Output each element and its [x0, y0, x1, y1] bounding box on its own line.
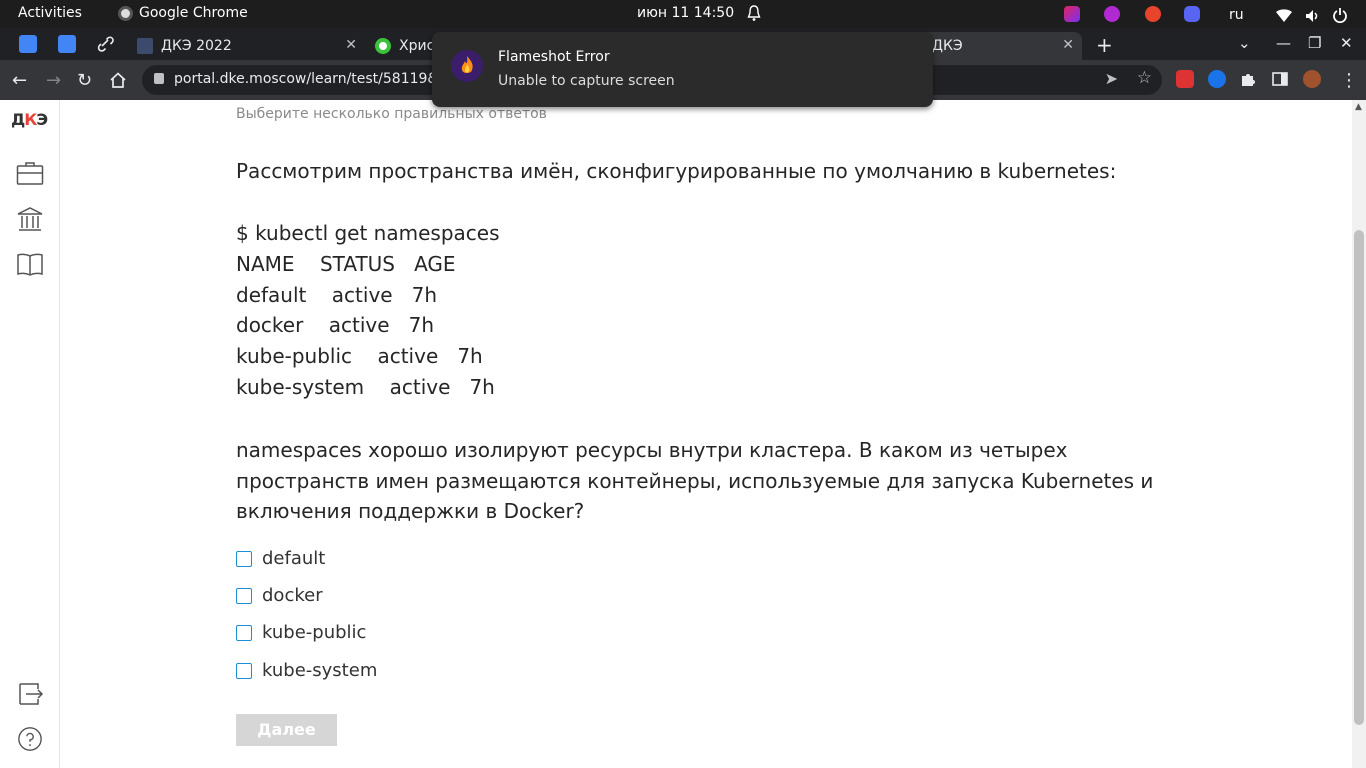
tab-title: Хрис: [399, 38, 435, 54]
book-icon[interactable]: [16, 251, 44, 277]
volume-icon: [1306, 10, 1318, 22]
command-output-line: docker active 7h: [236, 313, 435, 337]
command-output-line: default active 7h: [236, 283, 438, 307]
clock[interactable]: июн 11 14:50: [637, 5, 734, 21]
system-top-bar: Activities Google Chrome июн 11 14:50 ru: [0, 0, 1366, 28]
tray-app-icon: [1145, 6, 1161, 22]
option-docker[interactable]: docker: [236, 585, 323, 606]
new-tab-button[interactable]: +: [1096, 33, 1113, 57]
close-window-button[interactable]: ✕: [1340, 34, 1353, 52]
tab-title: ДКЭ: [932, 38, 963, 54]
tray-app-1[interactable]: [1064, 4, 1080, 24]
profile-avatar[interactable]: [1303, 70, 1321, 88]
close-tab-icon[interactable]: ✕: [345, 37, 357, 53]
tray-app-icon: [1064, 6, 1080, 22]
command-output-line: NAME STATUS AGE: [236, 252, 456, 276]
pinned-tab-docs-1[interactable]: [19, 35, 37, 53]
forward-button[interactable]: →: [46, 70, 61, 91]
side-nav: ДКЭ: [0, 100, 60, 768]
minimize-button[interactable]: —: [1276, 34, 1291, 52]
checkbox[interactable]: [236, 662, 252, 679]
logout-icon[interactable]: [16, 681, 44, 707]
next-button[interactable]: Далее: [236, 714, 337, 746]
tab-search-chevron-icon[interactable]: ⌄: [1238, 34, 1251, 52]
pinned-tab-docs-2[interactable]: [58, 35, 76, 53]
tray-app-icon: [1104, 6, 1120, 22]
command-output-line: kube-system active 7h: [236, 375, 495, 399]
pinned-tab-3[interactable]: [97, 35, 115, 53]
send-icon[interactable]: ➤: [1105, 69, 1118, 88]
restore-button[interactable]: ❐: [1308, 34, 1321, 52]
tray-app-2[interactable]: [1104, 4, 1120, 24]
notification-body: Unable to capture screen: [498, 73, 675, 89]
activities-button[interactable]: Activities: [18, 5, 82, 21]
briefcase-icon[interactable]: [16, 160, 44, 186]
logo-letter: Э: [36, 110, 48, 129]
keyboard-layout[interactable]: ru: [1229, 5, 1244, 25]
option-default[interactable]: default: [236, 548, 325, 569]
page-scrollbar[interactable]: ▲: [1352, 100, 1366, 768]
back-button[interactable]: ←: [12, 70, 27, 91]
notification-title: Flameshot Error: [498, 49, 610, 65]
option-kube-system[interactable]: kube-system: [236, 660, 377, 681]
checkbox[interactable]: [236, 624, 252, 641]
option-label: default: [262, 548, 326, 569]
option-label: kube-public: [262, 622, 367, 643]
url-text: portal.dke.moscow/learn/test/58119&exe: [174, 71, 464, 87]
link-icon: [97, 36, 114, 52]
command-line: $ kubectl get namespaces: [236, 221, 500, 245]
question-prompt: namespaces хорошо изолируют ресурсы внут…: [236, 438, 1154, 523]
option-label: kube-system: [262, 660, 378, 681]
logo-letter: К: [24, 110, 37, 129]
extension-gmail-icon[interactable]: [1176, 70, 1194, 88]
flameshot-icon: [451, 50, 483, 82]
bookmark-star-icon[interactable]: ☆: [1137, 68, 1152, 88]
green-circle-favicon: [375, 38, 391, 54]
institution-icon[interactable]: [16, 206, 44, 232]
power-icon[interactable]: [1332, 5, 1348, 25]
close-tab-icon[interactable]: ✕: [1062, 37, 1074, 53]
chrome-menu-icon[interactable]: ⋮: [1340, 70, 1358, 91]
discord-tray[interactable]: [1184, 4, 1200, 24]
scrollbar-thumb[interactable]: [1354, 230, 1364, 725]
dke-favicon: [137, 38, 153, 54]
option-label: docker: [262, 585, 323, 606]
tab-title: ДКЭ 2022: [161, 38, 232, 54]
lock-icon: [154, 73, 164, 84]
option-kube-public[interactable]: kube-public: [236, 622, 366, 643]
command-output-line: kube-public active 7h: [236, 344, 483, 368]
answer-hint: Выберите несколько правильных ответов: [236, 106, 547, 122]
checkbox[interactable]: [236, 587, 252, 604]
chrome-icon: [118, 5, 133, 21]
extensions-puzzle-icon[interactable]: [1239, 70, 1257, 88]
extension-infinity-icon[interactable]: [1208, 70, 1226, 88]
wifi-icon: [1276, 9, 1292, 22]
app-menu[interactable]: Google Chrome: [118, 5, 248, 21]
dke-logo[interactable]: ДКЭ: [11, 110, 48, 129]
question-intro: Рассмотрим пространства имён, сконфигури…: [236, 159, 1117, 183]
web-page: ДКЭ Выберите несколько правильных ответо…: [0, 100, 1352, 768]
help-icon[interactable]: [16, 726, 44, 752]
discord-icon: [1184, 6, 1200, 22]
checkbox[interactable]: [236, 550, 252, 567]
bell-icon: [747, 5, 761, 21]
scroll-up-arrow-icon[interactable]: ▲: [1355, 102, 1362, 112]
notification-popup[interactable]: Flameshot Error Unable to capture screen: [432, 32, 933, 107]
home-icon[interactable]: [109, 71, 127, 89]
app-name: Google Chrome: [139, 5, 248, 21]
side-panel-icon[interactable]: [1271, 70, 1289, 88]
reload-button[interactable]: ↻: [77, 70, 92, 91]
tray-app-3[interactable]: [1145, 4, 1161, 24]
tab-dke-2022[interactable]: ДКЭ 2022 ✕: [130, 32, 365, 60]
logo-letter: Д: [11, 110, 25, 129]
